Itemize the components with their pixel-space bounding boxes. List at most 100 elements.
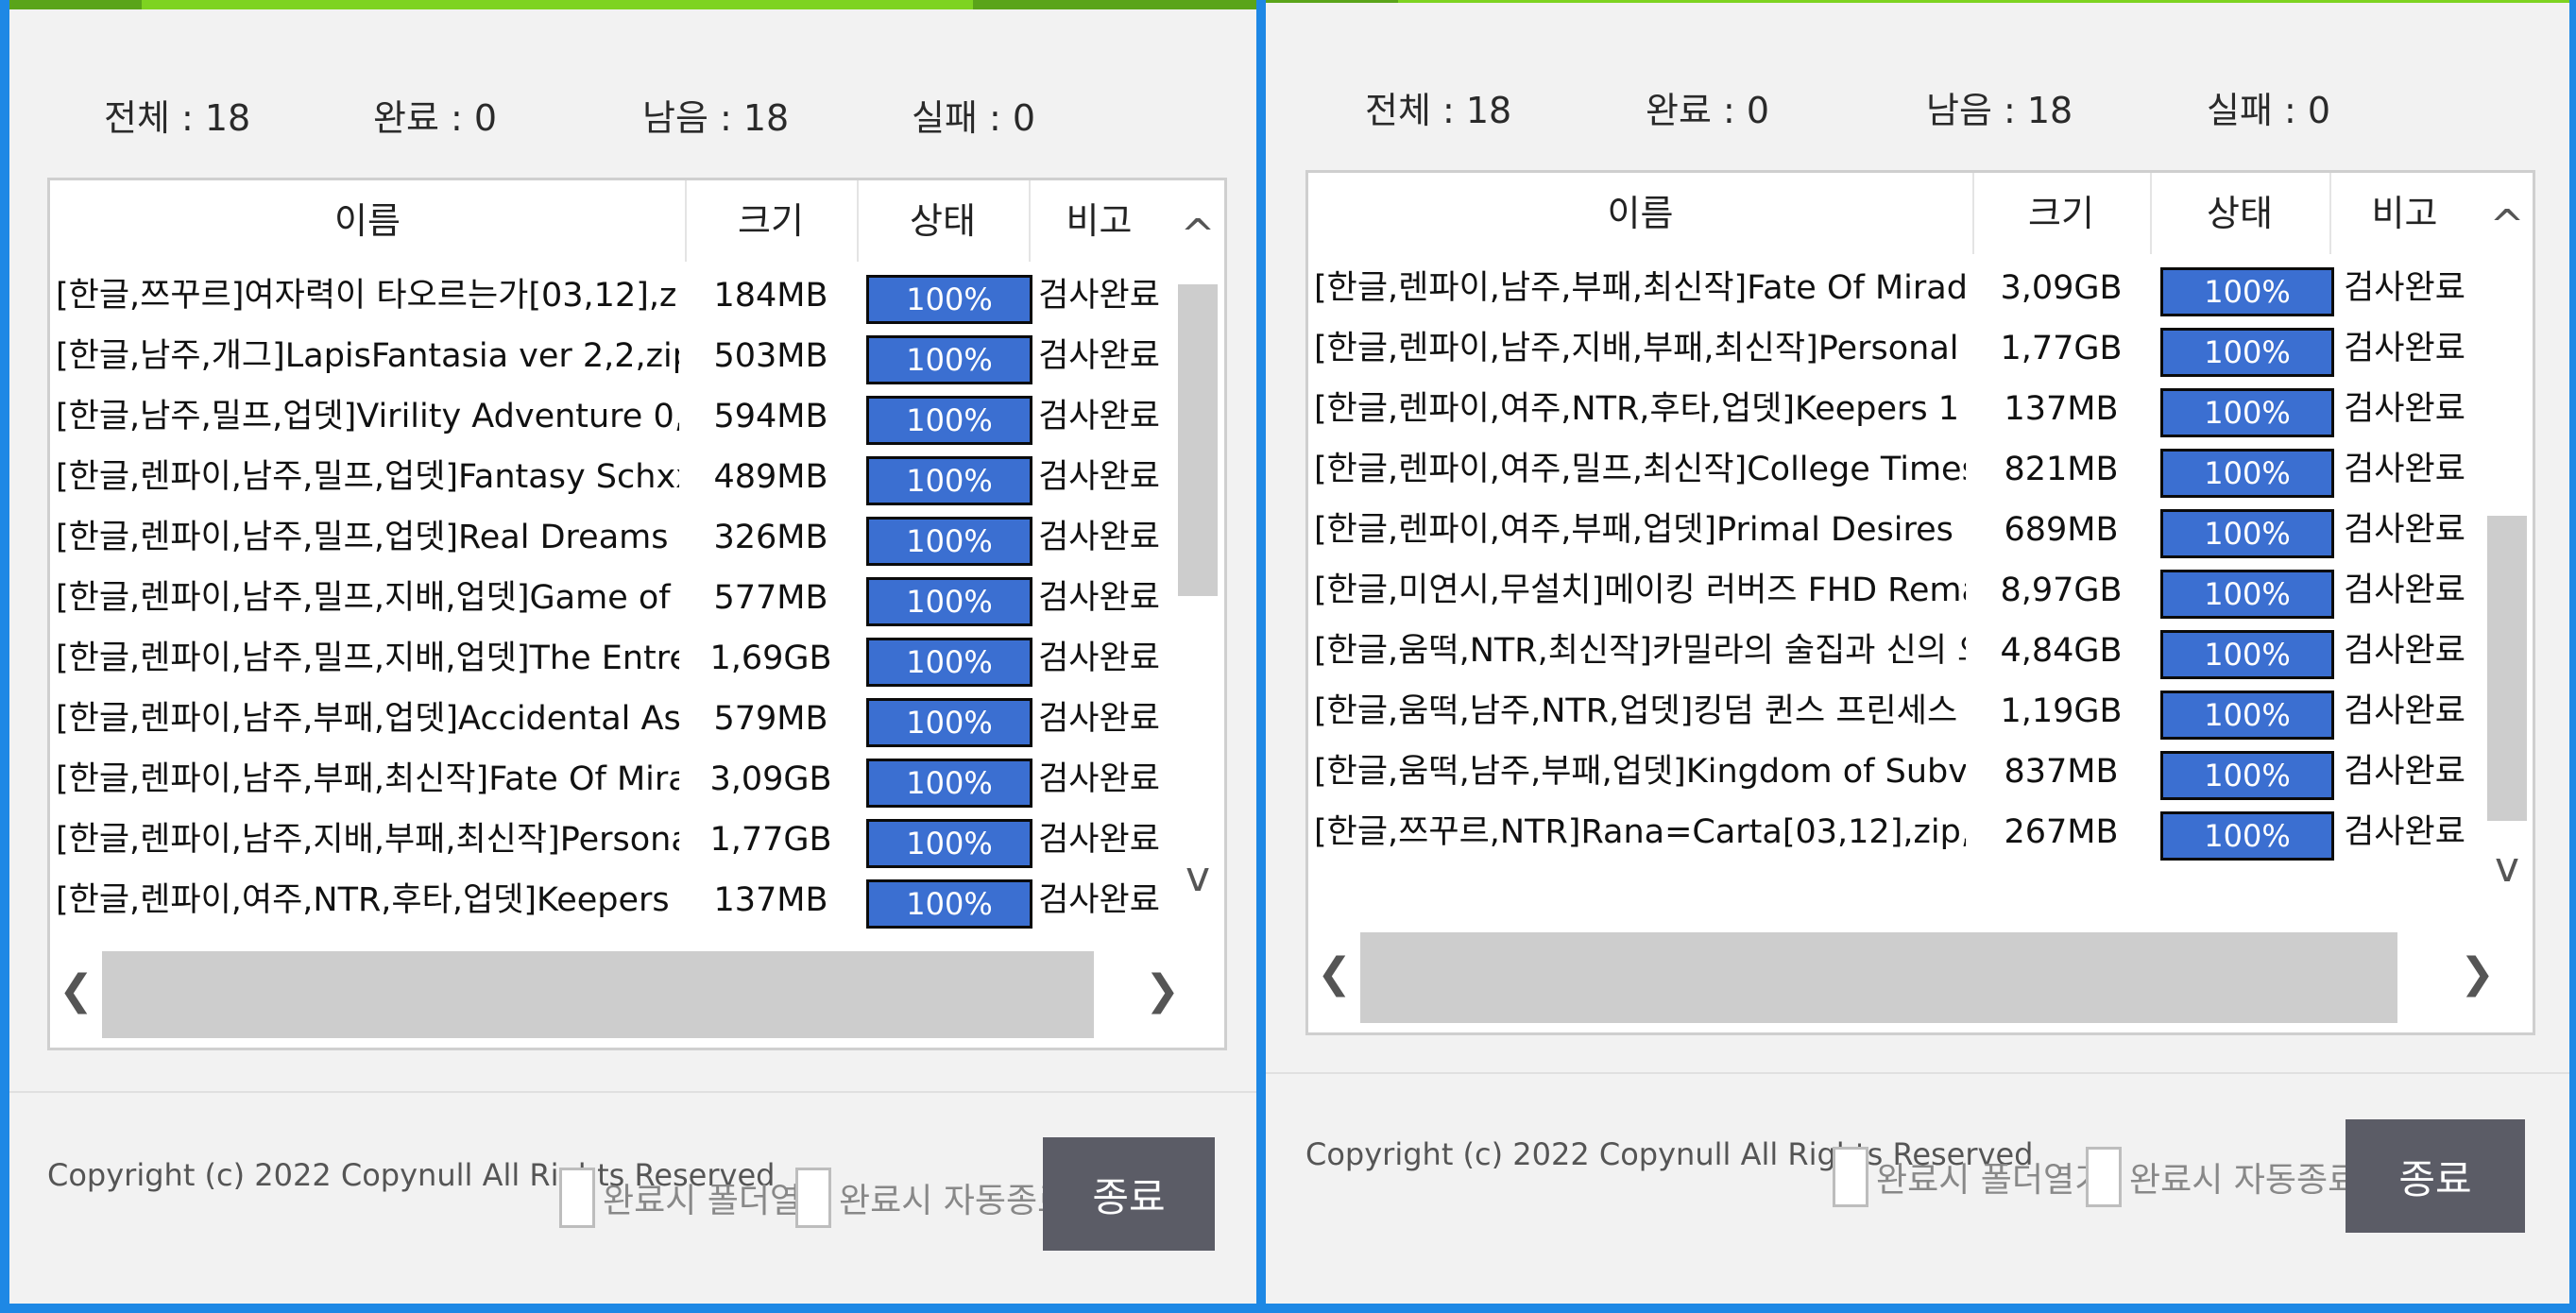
note-cell: 검사완료 — [1038, 700, 1160, 738]
progress-bar: 100% — [2160, 509, 2334, 558]
table-row[interactable]: [한글,렌파이,여주,NTR,후타,업뎃]Keepers 1 Revolutio… — [50, 870, 1169, 930]
scroll-left-icon[interactable]: ❮ — [50, 966, 102, 1015]
scroll-down-icon[interactable]: v — [2483, 844, 2531, 892]
file-name-cell: [한글,움떡,남주,NTR,업뎃]킹덤 퀸스 프린세스 창x 0,7,0[03,… — [1314, 692, 1966, 730]
file-size-cell: 137MB — [713, 881, 828, 919]
scroll-left-icon[interactable]: ❮ — [1308, 949, 1360, 998]
file-name-cell: [한글,미연시,무설치]메이킹 러버즈 FHD Remaster[03,12],… — [1314, 571, 1966, 609]
auto-exit-checkbox[interactable] — [795, 1168, 831, 1228]
table-row[interactable]: [한글,렌파이,남주,지배,부패,최신작]Personal Assistant … — [50, 810, 1169, 870]
file-name-cell: [한글,렌파이,남주,지배,부패,최신작]Personal Assistant … — [1314, 330, 1966, 367]
file-size-cell: 326MB — [713, 519, 828, 556]
column-header-note[interactable]: 비고 — [2329, 173, 2480, 254]
column-header-status[interactable]: 상태 — [857, 180, 1031, 262]
note-cell: 검사완료 — [1038, 639, 1160, 677]
column-header-size[interactable]: 크기 — [685, 180, 859, 262]
file-size-cell: 3,09GB — [2000, 269, 2123, 307]
table-body: [한글,쯔꾸르]여자력이 타오르는가[03,12],zip,ezc 184MB 10… — [50, 265, 1169, 946]
column-header-note[interactable]: 비고 — [1029, 180, 1169, 262]
auto-exit-label: 완료시 자동종료 — [839, 1182, 1069, 1220]
progress-bar: 100% — [866, 275, 1032, 324]
footer-divider — [9, 1091, 1256, 1093]
vertical-scrollbar[interactable]: ^ v — [2483, 173, 2531, 929]
note-cell: 검사완료 — [2344, 813, 2465, 851]
progress-bar: 100% — [866, 577, 1032, 626]
note-cell: 검사완료 — [1038, 398, 1160, 435]
stat-total: 전체 : 18 — [104, 97, 251, 139]
scroll-right-icon[interactable]: ❯ — [1136, 966, 1188, 1015]
file-name-cell: [한글,렌파이,남주,부패,업뎃]Accidental Assignment 0… — [56, 700, 679, 738]
column-header-size[interactable]: 크기 — [1972, 173, 2152, 254]
table-row[interactable]: [한글,남주,개그]LapisFantasia ver 2,2,zip,ezc 5… — [50, 326, 1169, 386]
table-row[interactable]: [한글,렌파이,남주,밀프,업뎃]Real Dreams 0,2[03,12],… — [50, 507, 1169, 568]
exit-button[interactable]: 종료 — [2346, 1119, 2525, 1233]
table-row[interactable]: [한글,렌파이,여주,NTR,후타,업뎃]Keepers 1 Revolutio… — [1308, 379, 2480, 439]
table-row[interactable]: [한글,쯔꾸르,NTR]Rana=Carta[03,12],zip,ezc 267… — [1308, 802, 2480, 862]
note-cell: 검사완료 — [1038, 760, 1160, 798]
horizontal-scroll-thumb[interactable] — [102, 951, 1094, 1038]
stat-failed: 실패 : 0 — [912, 97, 1036, 139]
scroll-up-icon[interactable]: ^ — [1174, 211, 1221, 259]
progress-text: 100% — [2204, 455, 2291, 491]
table-row[interactable]: [한글,렌파이,남주,부패,최신작]Fate Of Mirador Demo[0… — [50, 749, 1169, 810]
table-row[interactable]: [한글,움떡,남주,부패,업뎃]Kingdom of Subversion 0,… — [1308, 742, 2480, 802]
progress-bar: 100% — [2160, 811, 2334, 861]
progress-bar: 100% — [2160, 388, 2334, 437]
file-size-cell: 821MB — [2004, 451, 2119, 488]
file-size-cell: 4,84GB — [2000, 632, 2123, 670]
table-row[interactable]: [한글,남주,밀프,업뎃]Virility Adventure 0,006a[0… — [50, 386, 1169, 447]
auto-exit-checkbox[interactable] — [2086, 1147, 2122, 1207]
table-row[interactable]: [한글,렌파이,남주,밀프,업뎃]Fantasy Schxxx 0,3[03,1… — [50, 447, 1169, 507]
file-size-cell: 689MB — [2004, 511, 2119, 549]
column-header-name[interactable]: 이름 — [50, 180, 687, 262]
table-row[interactable]: [한글,미연시,무설치]메이킹 러버즈 FHD Remaster[03,12],… — [1308, 560, 2480, 621]
horizontal-scrollbar[interactable]: ❮ ❯ — [1308, 929, 2530, 1027]
note-cell: 검사완료 — [2344, 753, 2465, 791]
vertical-scrollbar[interactable]: ^ v — [1174, 180, 1221, 947]
table-row[interactable]: [한글,렌파이,남주,지배,부패,최신작]Personal Assistant … — [1308, 318, 2480, 379]
file-size-cell: 1,69GB — [709, 639, 832, 677]
column-header-name[interactable]: 이름 — [1308, 173, 1974, 254]
note-cell: 검사완료 — [2344, 269, 2465, 307]
footer-divider — [1266, 1072, 2569, 1074]
table-row[interactable]: [한글,렌파이,남주,밀프,지배,업뎃]The Entrepreneur Ep,… — [50, 628, 1169, 689]
horizontal-scroll-thumb[interactable] — [1360, 932, 2397, 1023]
progress-bar: 100% — [2160, 267, 2334, 316]
progress-text: 100% — [906, 402, 993, 438]
progress-text: 100% — [2204, 818, 2291, 854]
progress-text: 100% — [906, 765, 993, 801]
vertical-scroll-thumb[interactable] — [1178, 284, 1218, 596]
file-name-cell: [한글,렌파이,남주,밀프,지배,업뎃]The Entrepreneur Ep,… — [56, 639, 679, 677]
file-name-cell: [한글,렌파이,여주,NTR,후타,업뎃]Keepers 1 Revolutio… — [1314, 390, 1966, 428]
progress-text: 100% — [906, 826, 993, 861]
scroll-down-icon[interactable]: v — [1174, 853, 1221, 901]
progress-bar: 100% — [866, 335, 1032, 384]
open-folder-checkbox[interactable] — [559, 1168, 595, 1228]
progress-bar: 100% — [866, 396, 1032, 445]
table-row[interactable]: [한글,움떡,NTR,최신작]카밀라의 술집과 신의 오아나[03,12], 4,… — [1308, 621, 2480, 681]
progress-text: 100% — [2204, 758, 2291, 793]
column-header-status[interactable]: 상태 — [2150, 173, 2331, 254]
progress-text: 100% — [906, 705, 993, 741]
horizontal-scrollbar[interactable]: ❮ ❯ — [50, 947, 1221, 1042]
file-name-cell: [한글,렌파이,남주,부패,최신작]Fate Of Mirador Demo[0… — [56, 760, 679, 798]
table-row[interactable]: [한글,움떡,남주,NTR,업뎃]킹덤 퀸스 프린세스 창x 0,7,0[03,… — [1308, 681, 2480, 742]
file-table: 이름 크기 상태 비고 [한글,쯔꾸르]여자력이 타오르는가[03,12],zi… — [47, 178, 1227, 1050]
table-row[interactable]: [한글,쯔꾸르]여자력이 타오르는가[03,12],zip,ezc 184MB 10… — [50, 265, 1169, 326]
table-row[interactable]: [한글,렌파이,남주,부패,최신작]Fate Of Mirador Demo[0… — [1308, 258, 2480, 318]
table-row[interactable]: [한글,렌파이,여주,밀프,최신작]College Times 0,05Beta… — [1308, 439, 2480, 500]
table-row[interactable]: [한글,렌파이,여주,부패,업뎃]Primal Desires S1 0,6[0… — [1308, 500, 2480, 560]
progress-bar: 100% — [2160, 691, 2334, 740]
note-cell: 검사완료 — [1038, 821, 1160, 859]
note-cell: 검사완료 — [2344, 390, 2465, 428]
note-cell: 검사완료 — [2344, 330, 2465, 367]
scroll-right-icon[interactable]: ❯ — [2451, 949, 2503, 998]
vertical-scroll-thumb[interactable] — [2487, 516, 2527, 821]
scroll-up-icon[interactable]: ^ — [2483, 201, 2531, 249]
note-cell: 검사완료 — [1038, 458, 1160, 496]
exit-button[interactable]: 종료 — [1043, 1137, 1215, 1251]
open-folder-checkbox[interactable] — [1833, 1147, 1868, 1207]
file-size-cell: 579MB — [713, 700, 828, 738]
table-row[interactable]: [한글,렌파이,남주,밀프,지배,업뎃]Game of Evolution 0,… — [50, 568, 1169, 628]
table-row[interactable]: [한글,렌파이,남주,부패,업뎃]Accidental Assignment 0… — [50, 689, 1169, 749]
